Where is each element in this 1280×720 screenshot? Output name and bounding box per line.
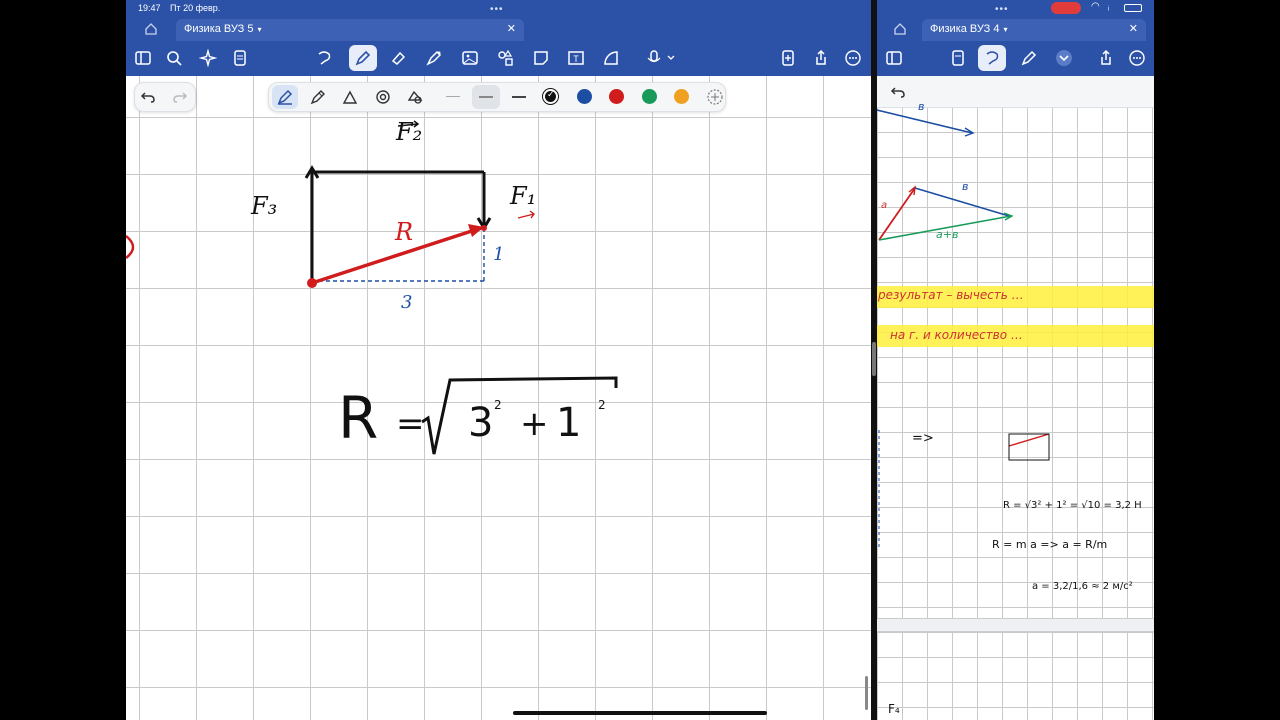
note-hl-line2: на г. и количество … <box>890 328 1023 342</box>
tab-title-right: Физика ВУЗ 4 <box>930 23 1000 35</box>
brush-pen-icon[interactable] <box>341 88 359 106</box>
svg-text:T: T <box>573 54 579 64</box>
note-vec-a: a <box>881 200 888 211</box>
home-icon-right[interactable] <box>893 22 907 36</box>
pen-icon-right[interactable] <box>1017 47 1041 69</box>
note-vec-b-top: в <box>918 100 925 113</box>
formula-b: 1 <box>556 400 582 446</box>
redo-icon[interactable] <box>172 89 188 105</box>
label-r: R <box>395 218 414 246</box>
thick-line-option[interactable] <box>512 96 526 98</box>
battery-percent-icon: ᵢ <box>1108 2 1110 12</box>
note-f4: F₄ <box>888 702 900 716</box>
red-ink-fragment <box>126 235 135 259</box>
close-tab-icon[interactable]: ✕ <box>507 22 516 35</box>
label-f1: F₁ <box>510 182 537 210</box>
sidebar-icon-right[interactable] <box>882 47 906 69</box>
sticker-icon[interactable] <box>529 47 553 69</box>
image-icon[interactable] <box>458 47 482 69</box>
note-hl-line1: результат – вычесть … <box>878 288 1024 302</box>
chevron-down-icon[interactable]: ▾ <box>257 25 261 34</box>
formula-lhs: R <box>338 384 379 452</box>
recording-indicator <box>1051 2 1081 14</box>
pen-tool-icon[interactable] <box>349 45 377 71</box>
eraser-icon[interactable] <box>386 47 410 69</box>
force-vector-diagram <box>304 120 535 288</box>
pen-settings-icon[interactable] <box>374 88 392 106</box>
label-dx: 3 <box>401 292 413 313</box>
formula-exp-b: 2 <box>598 398 606 412</box>
battery-icon <box>1124 4 1142 12</box>
lasso-icon-right[interactable] <box>978 45 1006 71</box>
note-formula-a: a = 3,2/1,6 ≈ 2 м/с² <box>1032 581 1133 592</box>
note-implies: => <box>912 431 934 446</box>
share-icon[interactable] <box>809 47 833 69</box>
divider-handle[interactable] <box>872 342 876 376</box>
checkmark-icon: ✓ <box>547 89 555 99</box>
note-vec-b: в <box>962 180 969 193</box>
lasso-icon[interactable] <box>312 47 336 69</box>
color-green[interactable] <box>642 89 657 104</box>
tab-title: Физика ВУЗ 5 <box>184 23 254 35</box>
close-tab-icon-right[interactable]: ✕ <box>1129 22 1138 35</box>
undo-icon[interactable] <box>140 89 156 105</box>
microphone-icon[interactable] <box>644 47 678 69</box>
shapes-icon[interactable] <box>493 47 517 69</box>
document-icon-right[interactable] <box>946 47 970 69</box>
multitask-dots[interactable]: ••• <box>490 4 504 15</box>
left-scrollbar[interactable] <box>865 676 868 710</box>
highlighter-icon[interactable] <box>422 47 446 69</box>
ai-sparkle-icon[interactable] <box>196 47 220 69</box>
document-icon[interactable] <box>228 47 252 69</box>
color-orange[interactable] <box>674 89 689 104</box>
formula-plus: + <box>520 404 549 444</box>
share-icon-right[interactable] <box>1094 47 1118 69</box>
home-icon[interactable] <box>144 22 158 36</box>
status-date: Пт 20 февр. <box>170 3 221 13</box>
more-options-icon-right[interactable] <box>1125 47 1149 69</box>
formula-exp-a: 2 <box>494 398 502 412</box>
label-f2: F₂ <box>396 118 423 146</box>
note-formula-f: R = m a => a = R/m <box>992 538 1108 551</box>
status-time: 19:47 <box>138 3 161 13</box>
tab-fizika-vuz-4[interactable]: Физика ВУЗ 4 ▾ ✕ <box>922 19 1146 41</box>
page-break <box>877 618 1154 632</box>
wifi-icon: ◠ <box>1091 1 1100 12</box>
undo-icon-right[interactable] <box>890 84 906 100</box>
ipad-screen: 19:47 Пт 20 февр. ••• Физика ВУЗ 5 ▾ ✕ T… <box>126 0 1154 720</box>
ballpoint-pen-icon[interactable] <box>309 88 327 106</box>
label-dy: 1 <box>493 244 505 265</box>
home-indicator[interactable] <box>513 711 767 715</box>
note-vec-sum: a+в <box>936 228 959 241</box>
tab-fizika-vuz-5[interactable]: Физика ВУЗ 5 ▾ ✕ <box>176 19 524 41</box>
right-app-header: ••• ◠ ᵢ Физика ВУЗ 4 ▾ ✕ <box>877 0 1154 76</box>
note-formula-r: R = √3² + 1² = √10 = 3,2 Н <box>1003 500 1142 511</box>
search-icon[interactable] <box>162 47 186 69</box>
shape-recognition-icon[interactable] <box>406 88 424 106</box>
expand-tools-icon[interactable] <box>1052 47 1076 69</box>
sidebar-icon[interactable] <box>131 47 155 69</box>
thin-line-option[interactable] <box>446 96 460 97</box>
formula-a: 3 <box>468 400 494 446</box>
chevron-down-icon-right[interactable]: ▾ <box>1003 25 1007 34</box>
multitask-dots-right[interactable]: ••• <box>995 4 1009 15</box>
medium-line-stroke <box>479 96 493 98</box>
more-options-icon[interactable] <box>841 47 865 69</box>
ruler-icon[interactable] <box>599 47 623 69</box>
left-app-header: 19:47 Пт 20 февр. ••• Физика ВУЗ 5 ▾ ✕ T <box>126 0 871 76</box>
fountain-pen-icon[interactable] <box>276 88 294 106</box>
add-color-icon[interactable] <box>706 88 724 106</box>
add-page-icon[interactable] <box>776 47 800 69</box>
text-box-icon[interactable]: T <box>564 47 588 69</box>
label-f3: F₃ <box>251 192 278 220</box>
color-red[interactable] <box>609 89 624 104</box>
color-blue[interactable] <box>577 89 592 104</box>
